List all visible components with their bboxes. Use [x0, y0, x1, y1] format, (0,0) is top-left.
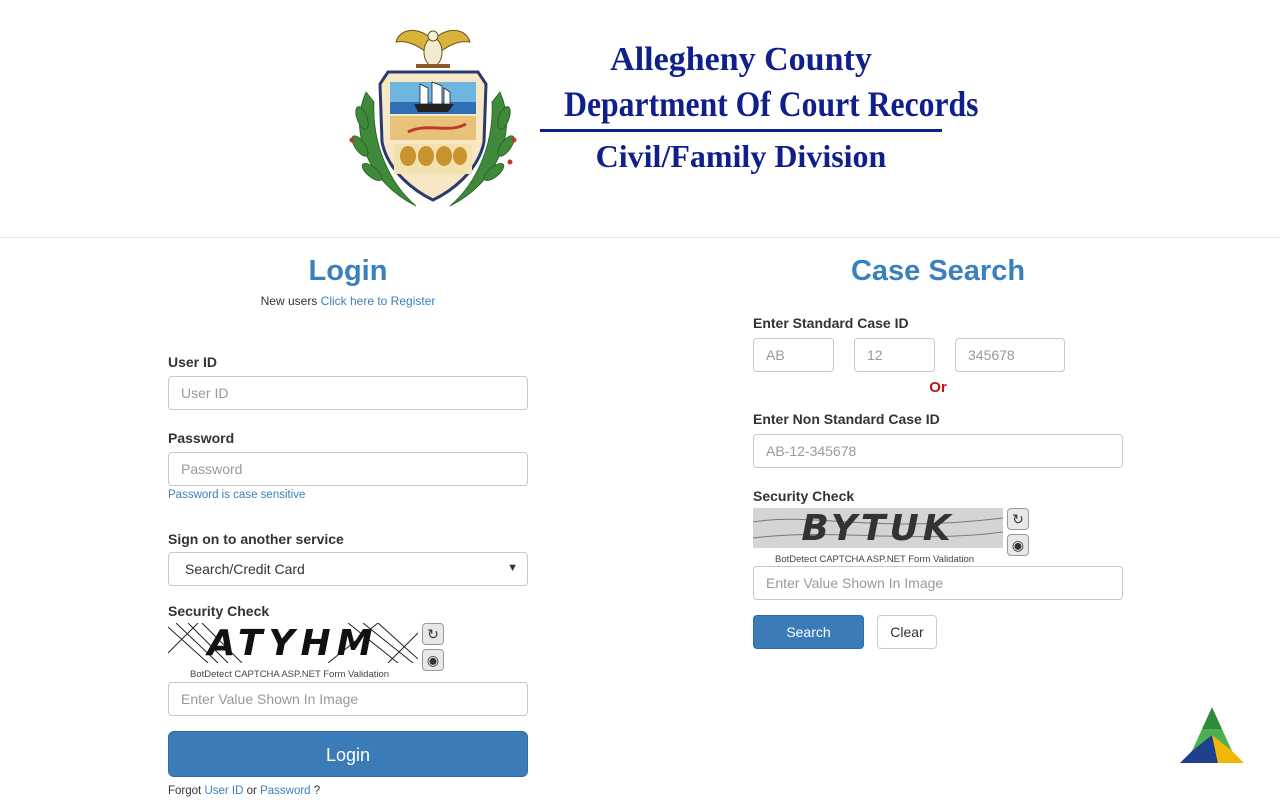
case-id-part3-input[interactable]: 345678 — [955, 338, 1065, 372]
chevron-down-icon: ▼ — [507, 562, 518, 574]
search-captcha-input[interactable]: Enter Value Shown In Image — [753, 566, 1123, 600]
login-title: Login — [308, 255, 388, 287]
wheat-icon — [394, 144, 472, 174]
login-button[interactable]: Login — [168, 731, 528, 777]
search-captcha-text: BYTUK — [801, 508, 955, 548]
forgot-password-link[interactable]: Password — [260, 785, 311, 797]
forgot-prefix: Forgot — [168, 785, 202, 797]
forgot-suffix: ? — [313, 785, 321, 797]
search-captcha-image: BYTUK — [753, 508, 1003, 548]
county-seal-logo — [349, 30, 517, 207]
forgot-user-id-link[interactable]: User ID — [204, 785, 243, 797]
login-captcha-input[interactable]: Enter Value Shown In Image — [168, 682, 528, 716]
new-users-prefix: New users — [260, 294, 318, 308]
service-label: Sign on to another service — [168, 531, 344, 547]
case-id-part1-input[interactable]: AB — [753, 338, 834, 372]
or-separator: Or — [929, 379, 947, 396]
header-line-1: Allegheny County — [610, 41, 872, 78]
login-panel: Login New users Click here to Register U… — [168, 255, 528, 797]
speaker-icon[interactable]: ◉ — [1007, 534, 1029, 556]
nonstandard-case-label: Enter Non Standard Case ID — [753, 411, 940, 427]
service-select-value[interactable]: Search/Credit Card — [168, 552, 528, 586]
case-search-panel: Case Search Enter Standard Case ID AB 12… — [753, 255, 1123, 649]
header-title: Allegheny County Department Of Court Rec… — [540, 38, 979, 176]
login-captcha-image: ATYHM — [168, 623, 418, 663]
nonstandard-case-input[interactable]: AB-12-345678 — [753, 434, 1123, 468]
login-captcha-text: ATYHM — [207, 623, 379, 663]
new-users-text: New users Click here to Register — [168, 294, 528, 308]
password-label: Password — [168, 430, 235, 446]
corner-brand-logo[interactable] — [1178, 705, 1246, 767]
standard-case-label: Enter Standard Case ID — [753, 315, 909, 331]
header-divider — [540, 129, 942, 132]
search-button[interactable]: Search — [753, 615, 864, 649]
service-select[interactable]: Search/Credit Card ▼ — [168, 552, 528, 586]
case-search-title: Case Search — [850, 255, 1026, 287]
header-line-3: Civil/Family Division — [595, 138, 887, 174]
password-input[interactable]: Password — [168, 452, 528, 486]
forgot-text: Forgot User ID or Password ? — [168, 785, 528, 797]
eagle-icon — [395, 30, 471, 68]
user-id-label: User ID — [168, 354, 218, 370]
login-security-label: Security Check — [168, 603, 270, 619]
user-id-input[interactable]: User ID — [168, 376, 528, 410]
header-line-2: Department Of Court Records — [564, 84, 979, 124]
password-hint: Password is case sensitive — [168, 489, 306, 501]
case-id-part2-input[interactable]: 12 — [854, 338, 935, 372]
search-security-label: Security Check — [753, 488, 855, 504]
login-captcha-note: BotDetect CAPTCHA ASP.NET Form Validatio… — [190, 669, 390, 680]
clear-button[interactable]: Clear — [877, 615, 937, 649]
page-header: Allegheny County Department Of Court Rec… — [0, 0, 1280, 238]
speaker-icon[interactable]: ◉ — [422, 649, 444, 671]
reload-icon[interactable]: ↻ — [1007, 508, 1029, 530]
reload-icon[interactable]: ↻ — [422, 623, 444, 645]
register-link[interactable]: Click here to Register — [321, 294, 436, 308]
search-captcha-note: BotDetect CAPTCHA ASP.NET Form Validatio… — [775, 554, 975, 565]
forgot-or: or — [246, 785, 257, 797]
